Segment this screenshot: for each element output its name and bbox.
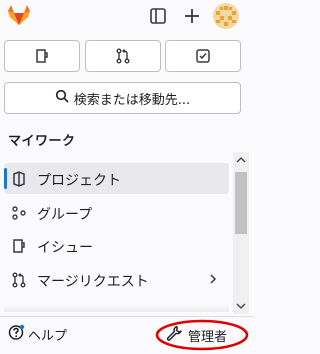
search-button[interactable]: 検索または移動先... xyxy=(4,82,241,114)
chevron-right-icon xyxy=(207,273,219,285)
help-button[interactable]: ヘルプ xyxy=(8,322,67,346)
nav-item-label: マージリクエスト xyxy=(37,274,149,290)
nav-item-label: イシュー xyxy=(37,240,93,256)
nav-item-issues[interactable]: イシュー xyxy=(4,230,229,261)
scrollbar-thumb[interactable] xyxy=(235,172,247,234)
nav-item-projects[interactable]: プロジェクト xyxy=(4,163,229,194)
project-icon xyxy=(11,171,27,187)
nav-item-label: グループ xyxy=(37,207,93,223)
scroll-down-arrow-icon[interactable] xyxy=(233,298,249,314)
admin-area-button[interactable]: 管理者 xyxy=(166,323,242,347)
nav-item-label: プロジェクト xyxy=(37,173,121,189)
help-icon xyxy=(8,324,25,345)
user-avatar[interactable] xyxy=(213,3,239,29)
section-title: マイワーク xyxy=(8,134,76,149)
help-label: ヘルプ xyxy=(28,328,68,344)
sidebar-toggle-icon[interactable] xyxy=(148,6,168,26)
search-label: 検索または移動先... xyxy=(73,92,191,108)
merge-requests-shortcut-button[interactable] xyxy=(85,40,161,72)
nav-item-groups[interactable]: グループ xyxy=(4,197,229,228)
search-icon xyxy=(55,89,69,107)
nav-item-merge-requests[interactable]: マージリクエスト xyxy=(4,264,229,295)
sidebar-panel: 検索または移動先... マイワーク プロジェクト グループ イシュー マージリク… xyxy=(0,0,254,354)
issues-shortcut-button[interactable] xyxy=(4,40,80,72)
todo-shortcut-button[interactable] xyxy=(165,40,241,72)
wrench-icon xyxy=(166,325,182,345)
scroll-fade xyxy=(4,304,229,312)
group-icon xyxy=(11,205,27,221)
scroll-up-arrow-icon[interactable] xyxy=(233,152,249,168)
gitlab-logo-icon[interactable] xyxy=(7,4,31,26)
merge-request-icon xyxy=(11,272,27,288)
issues-icon xyxy=(11,238,27,254)
plus-icon[interactable] xyxy=(182,6,202,26)
footer-divider xyxy=(0,316,254,317)
sidebar-header xyxy=(0,0,254,32)
admin-label: 管理者 xyxy=(188,329,228,345)
nav-scrollbar[interactable] xyxy=(233,152,249,314)
